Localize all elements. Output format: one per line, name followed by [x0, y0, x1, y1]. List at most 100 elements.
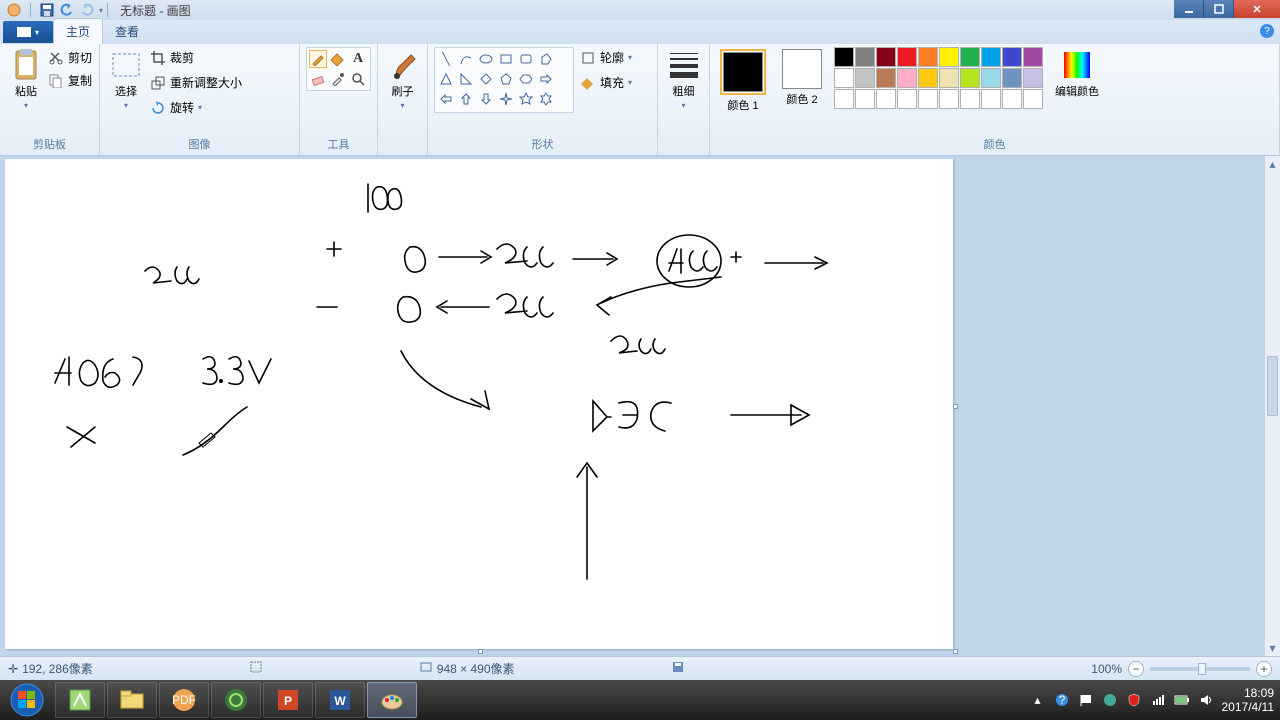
- shape-heart[interactable]: [497, 110, 515, 113]
- color-swatch[interactable]: [939, 68, 959, 88]
- cut-button[interactable]: 剪切: [48, 47, 92, 68]
- save-icon[interactable]: [39, 2, 55, 18]
- outline-button[interactable]: 轮廓 ▾: [580, 47, 632, 68]
- resize-button[interactable]: 重新调整大小: [150, 72, 242, 93]
- shape-rect[interactable]: [497, 50, 515, 68]
- shape-roundrect[interactable]: [517, 50, 535, 68]
- select-button[interactable]: 选择 ▾: [106, 47, 146, 112]
- shape-line[interactable]: ╲: [437, 50, 455, 68]
- color-swatch[interactable]: [918, 68, 938, 88]
- tray-app-icon[interactable]: [1102, 692, 1118, 708]
- color1-button[interactable]: 颜色 1: [716, 47, 770, 115]
- tab-view[interactable]: 查看: [103, 19, 151, 44]
- taskbar-app-1[interactable]: [55, 682, 105, 718]
- shape-4star[interactable]: [497, 90, 515, 108]
- color-swatch[interactable]: [834, 47, 854, 67]
- undo-icon[interactable]: [59, 2, 75, 18]
- shape-hexagon[interactable]: [517, 70, 535, 88]
- color-swatch[interactable]: [981, 68, 1001, 88]
- close-button[interactable]: [1234, 0, 1280, 18]
- shape-callout-oval[interactable]: [457, 110, 475, 113]
- shape-pentagon[interactable]: [497, 70, 515, 88]
- eraser-tool[interactable]: [309, 70, 327, 88]
- rotate-button[interactable]: 旋转 ▾: [150, 97, 242, 118]
- color-swatch[interactable]: [855, 89, 875, 109]
- thickness-button[interactable]: 粗细 ▾: [664, 47, 704, 112]
- color-swatch[interactable]: [981, 47, 1001, 67]
- zoom-thumb[interactable]: [1198, 663, 1206, 675]
- shape-polygon[interactable]: [537, 50, 555, 68]
- color-swatch[interactable]: [960, 68, 980, 88]
- zoom-out-button[interactable]: −: [1128, 661, 1144, 677]
- color-swatch[interactable]: [897, 89, 917, 109]
- start-button[interactable]: [0, 680, 54, 720]
- copy-button[interactable]: 复制: [48, 70, 92, 91]
- color-swatch[interactable]: [876, 47, 896, 67]
- paste-button[interactable]: 粘贴 ▾: [6, 47, 46, 112]
- shape-callout-cloud[interactable]: [477, 110, 495, 113]
- zoom-slider[interactable]: [1150, 667, 1250, 671]
- qat-dropdown-icon[interactable]: ▾: [99, 6, 103, 15]
- taskbar-app-4[interactable]: [211, 682, 261, 718]
- shape-diamond[interactable]: [477, 70, 495, 88]
- scroll-up-icon[interactable]: ▴: [1265, 156, 1280, 172]
- picker-tool[interactable]: [329, 70, 347, 88]
- tray-chevron-icon[interactable]: ▴: [1030, 692, 1046, 708]
- maximize-button[interactable]: [1204, 0, 1234, 18]
- taskbar-app-3[interactable]: PDF: [159, 682, 209, 718]
- vertical-scrollbar[interactable]: ▴ ▾: [1264, 156, 1280, 656]
- shape-arrow-l[interactable]: [437, 90, 455, 108]
- canvas-handle-bottom[interactable]: [478, 649, 483, 654]
- zoom-in-button[interactable]: +: [1256, 661, 1272, 677]
- shape-lightning[interactable]: [517, 110, 535, 113]
- shape-arrow-u[interactable]: [457, 90, 475, 108]
- help-icon[interactable]: ?: [1260, 24, 1274, 38]
- color-swatch[interactable]: [1023, 89, 1043, 109]
- color-swatch[interactable]: [897, 47, 917, 67]
- color-swatch[interactable]: [855, 68, 875, 88]
- clock[interactable]: 18:09 2017/4/11: [1222, 686, 1275, 715]
- color-swatch[interactable]: [855, 47, 875, 67]
- color-swatch[interactable]: [834, 89, 854, 109]
- tab-home[interactable]: 主页: [53, 18, 103, 44]
- taskbar-word[interactable]: W: [315, 682, 365, 718]
- color-swatch[interactable]: [939, 89, 959, 109]
- canvas[interactable]: [5, 159, 953, 649]
- scroll-down-icon[interactable]: ▾: [1265, 640, 1280, 656]
- shape-callout-rect[interactable]: [437, 110, 455, 113]
- shape-right-triangle[interactable]: [457, 70, 475, 88]
- canvas-handle-corner[interactable]: [953, 649, 958, 654]
- shape-curve[interactable]: [457, 50, 475, 68]
- minimize-button[interactable]: [1174, 0, 1204, 18]
- color-swatch[interactable]: [897, 68, 917, 88]
- color-swatch[interactable]: [1002, 68, 1022, 88]
- color-swatch[interactable]: [960, 47, 980, 67]
- color-swatch[interactable]: [834, 68, 854, 88]
- color-swatch[interactable]: [1002, 47, 1022, 67]
- shape-6star[interactable]: [537, 90, 555, 108]
- edit-colors-button[interactable]: 编辑颜色: [1051, 47, 1103, 101]
- magnifier-tool[interactable]: [349, 70, 367, 88]
- taskbar-explorer[interactable]: [107, 682, 157, 718]
- canvas-handle-right[interactable]: [953, 404, 958, 409]
- taskbar-paint[interactable]: [367, 682, 417, 718]
- shape-oval[interactable]: [477, 50, 495, 68]
- color2-button[interactable]: 颜色 2: [778, 47, 826, 109]
- tray-flag-icon[interactable]: [1078, 692, 1094, 708]
- color-swatch[interactable]: [918, 89, 938, 109]
- tray-volume-icon[interactable]: [1198, 692, 1214, 708]
- fill-button[interactable]: 填充 ▾: [580, 72, 632, 93]
- color-swatch[interactable]: [939, 47, 959, 67]
- color-swatch[interactable]: [1023, 47, 1043, 67]
- shape-triangle[interactable]: [437, 70, 455, 88]
- color-swatch[interactable]: [876, 89, 896, 109]
- shape-arrow-r[interactable]: [537, 70, 555, 88]
- tray-battery-icon[interactable]: [1174, 692, 1190, 708]
- brush-button[interactable]: 刷子 ▾: [383, 47, 423, 112]
- shapes-gallery[interactable]: ╲: [434, 47, 574, 113]
- crop-button[interactable]: 裁剪: [150, 47, 242, 68]
- color-swatch[interactable]: [1023, 68, 1043, 88]
- fill-tool[interactable]: [329, 50, 347, 68]
- color-swatch[interactable]: [918, 47, 938, 67]
- color-swatch[interactable]: [876, 68, 896, 88]
